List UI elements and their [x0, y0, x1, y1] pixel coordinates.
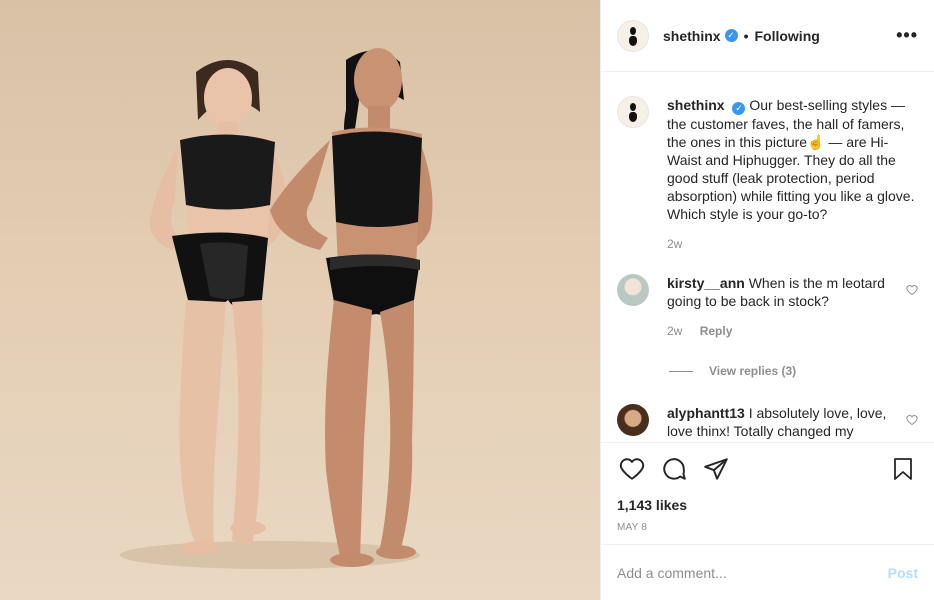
bookmark-icon: [894, 457, 912, 480]
post-date[interactable]: MAY 8: [601, 522, 934, 544]
comment-username[interactable]: alyphantt13: [667, 405, 745, 421]
verified-badge-icon: ✓: [724, 29, 738, 42]
caption-text: Our best-selling styles — the customer f…: [667, 97, 915, 222]
comment-like-heart-icon[interactable]: [906, 284, 918, 296]
right-model: [270, 48, 433, 567]
comment-like-heart-icon[interactable]: [906, 414, 918, 426]
share-icon: [704, 457, 728, 480]
comment-meta: 2w Reply: [667, 324, 898, 338]
comment-icon: [663, 457, 686, 480]
caption: shethinx ✓ Our best-selling styles — the…: [617, 96, 918, 251]
photo-illustration: [120, 48, 433, 569]
author-avatar[interactable]: [617, 19, 649, 52]
post-modal: shethinx ✓ • Following ••• shethinx ✓ Ou…: [0, 0, 934, 600]
comment-username[interactable]: kirsty__ann: [667, 275, 745, 291]
comment-item: alyphantt13 I absolutely love, love, lov…: [617, 404, 918, 440]
caption-username[interactable]: shethinx: [667, 97, 725, 113]
view-replies-label: View replies (3): [709, 364, 797, 378]
post-comment-button[interactable]: Post: [888, 565, 918, 581]
action-bar: [601, 442, 934, 494]
comment-text-block: alyphantt13 I absolutely love, love, lov…: [667, 404, 898, 440]
add-comment-bar: Post: [601, 544, 934, 600]
logo-drop-icon: [629, 35, 637, 46]
verified-badge-icon: ✓: [732, 102, 746, 115]
caption-text-block: shethinx ✓ Our best-selling styles — the…: [667, 96, 918, 223]
commenter-avatar[interactable]: [617, 404, 649, 436]
like-button[interactable]: [617, 454, 647, 484]
separator-dot: •: [743, 27, 749, 44]
logo-drop-icon: [630, 103, 636, 111]
left-model: [149, 60, 286, 555]
comment-time[interactable]: 2w: [667, 324, 682, 338]
author-username[interactable]: shethinx: [663, 28, 721, 44]
heart-icon: [619, 457, 645, 480]
post-photo[interactable]: [0, 0, 600, 600]
share-button[interactable]: [701, 454, 731, 484]
comments-list[interactable]: shethinx ✓ Our best-selling styles — the…: [601, 72, 934, 442]
comment-text-block: kirsty__ann When is the m leotard going …: [667, 274, 898, 310]
logo-drop-icon: [630, 26, 636, 35]
likes-count[interactable]: 1,143 likes: [601, 494, 934, 516]
comment-button[interactable]: [659, 454, 689, 484]
caption-time[interactable]: 2w: [667, 237, 682, 251]
post-sidebar: shethinx ✓ • Following ••• shethinx ✓ Ou…: [600, 0, 934, 600]
comment-item: kirsty__ann When is the m leotard going …: [617, 274, 918, 338]
post-header: shethinx ✓ • Following •••: [601, 0, 934, 72]
caption-avatar[interactable]: [617, 96, 649, 128]
commenter-avatar[interactable]: [617, 274, 649, 306]
caption-meta: 2w: [667, 237, 918, 251]
comment-input[interactable]: [617, 564, 888, 581]
reply-button[interactable]: Reply: [700, 324, 733, 338]
save-button[interactable]: [888, 454, 918, 484]
more-options-icon[interactable]: •••: [896, 25, 918, 46]
view-replies-button[interactable]: View replies (3): [669, 364, 796, 378]
replies-divider: [669, 370, 693, 372]
logo-drop-icon: [629, 112, 637, 122]
following-button[interactable]: Following: [754, 28, 819, 44]
